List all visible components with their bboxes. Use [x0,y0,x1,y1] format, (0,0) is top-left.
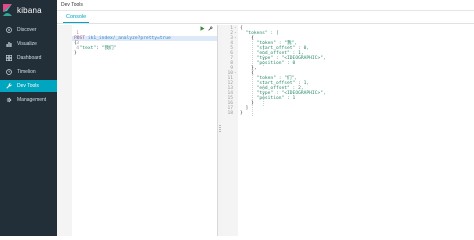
wrench-icon[interactable] [208,26,213,33]
response-viewer[interactable]: 1-{ 2- "tokens" : [ 3- { 4 "token" : "我"… [222,25,474,236]
sidebar-item-label: Management [17,97,47,103]
sidebar-item-management[interactable]: Management [0,94,57,106]
bar-chart-icon [5,41,12,48]
play-icon[interactable] [200,26,205,33]
sidebar-item-timelion[interactable]: Timelion [0,66,57,78]
wrench-icon [5,83,12,90]
sidebar-item-discover[interactable]: Discover [0,24,57,36]
sidebar-item-label: Visualize [17,41,37,47]
request-editor[interactable]: 1 POST ik1_index/_analyze?pretty=true 2 … [57,25,218,236]
sidebar-item-label: Dev Tools [17,83,39,89]
tab-bar: Console [57,11,474,24]
request-toolbar [200,26,213,33]
sidebar-item-label: Dashboard [17,55,42,61]
app-name: kibana [17,5,42,15]
tab-console[interactable]: Console [63,13,90,23]
compass-icon [5,27,12,34]
sidebar-item-dashboard[interactable]: Dashboard [0,52,57,64]
page-title: Dev Tools [61,2,83,8]
dashboard-icon [5,55,12,62]
kibana-logo-icon [3,4,13,16]
top-bar: Dev Tools [57,0,474,11]
gear-icon [5,97,12,104]
timelion-icon [5,69,12,76]
resizer-handle[interactable] [219,125,221,133]
sidebar: kibana Discover Visualize Dashboard Time… [0,0,57,236]
request-line: 4 } [74,46,80,56]
sidebar-item-label: Timelion [17,69,36,75]
sidebar-item-dev-tools[interactable]: Dev Tools [0,80,57,92]
sidebar-item-label: Discover [17,27,37,33]
kibana-logo[interactable]: kibana [0,0,57,20]
sidebar-item-visualize[interactable]: Visualize [0,38,57,50]
